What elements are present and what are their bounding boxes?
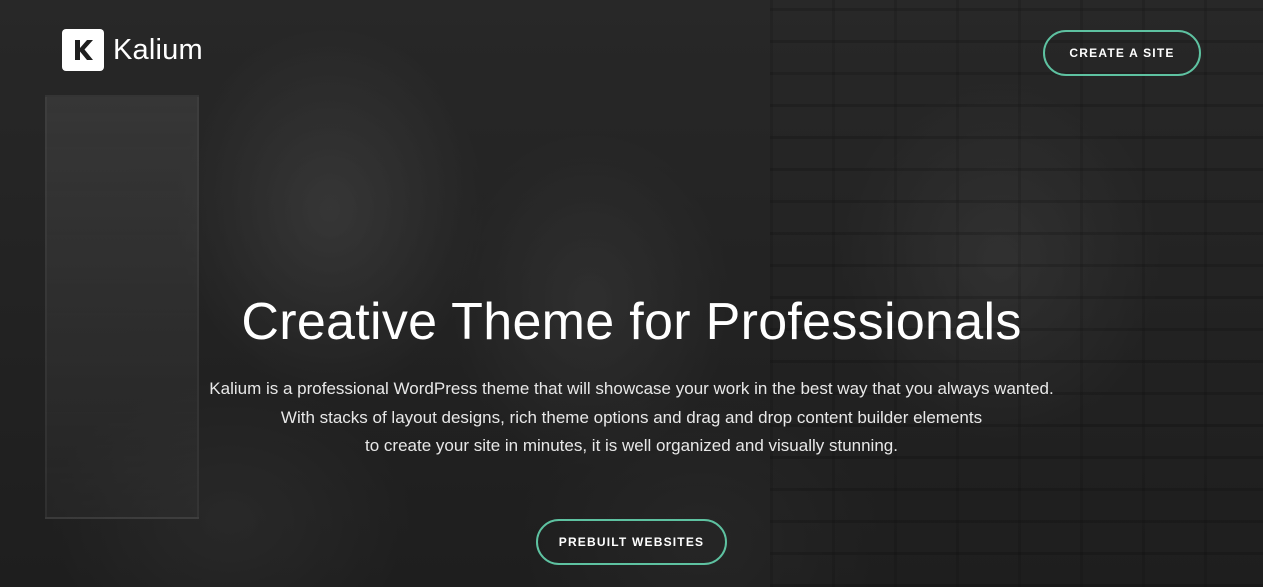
hero-description-line: to create your site in minutes, it is we… [365,436,898,455]
prebuilt-websites-button[interactable]: PREBUILT WEBSITES [536,519,727,565]
hero-section: Kalium CREATE A SITE Creative Theme for … [0,0,1263,587]
kalium-k-icon [62,29,104,71]
hero-description-line: Kalium is a professional WordPress theme… [209,379,1054,398]
create-a-site-button[interactable]: CREATE A SITE [1043,30,1201,76]
hero-description: Kalium is a professional WordPress theme… [120,375,1143,461]
logo-text: Kalium [113,34,203,66]
hero-title: Creative Theme for Professionals [241,293,1022,351]
hero-description-line: With stacks of layout designs, rich them… [280,407,983,427]
site-logo[interactable]: Kalium [62,29,203,71]
